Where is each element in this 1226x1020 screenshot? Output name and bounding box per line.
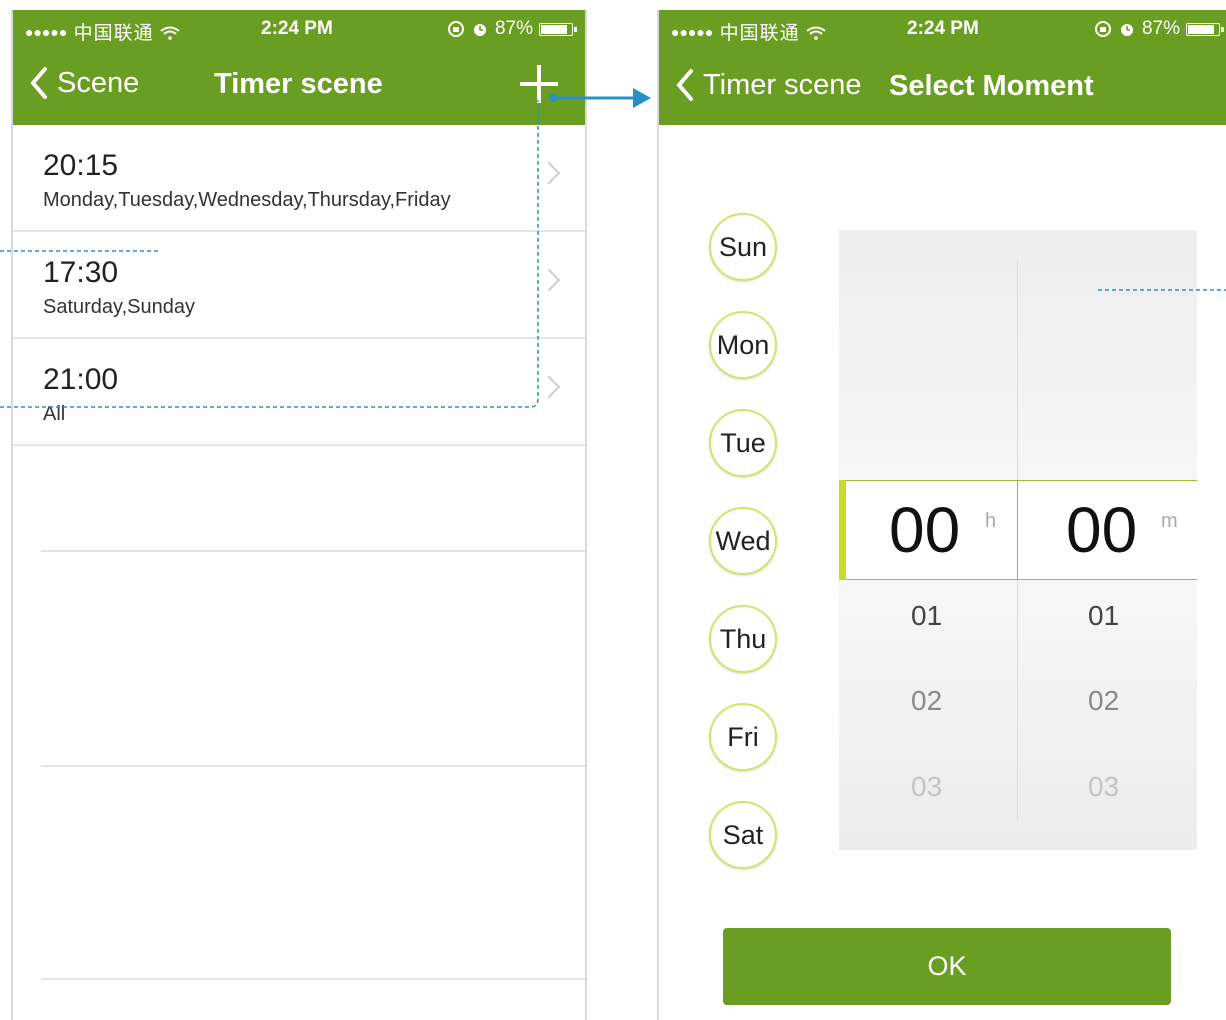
nav-bar: Timer scene Select Moment [659,48,1226,125]
page-title: Timer scene [214,68,383,100]
battery-icon [539,22,577,36]
list-divider [41,550,585,552]
chevron-left-icon [676,69,693,101]
timer-row[interactable]: 20:15 Monday,Tuesday,Wednesday,Thursday,… [13,125,585,232]
timer-time: 21:00 [43,363,119,396]
list-divider [41,978,585,980]
day-toggle-mon[interactable]: Mon [709,311,777,379]
ok-button[interactable]: OK [723,928,1171,1005]
status-time: 2:24 PM [907,18,979,39]
add-timer-button[interactable] [516,61,562,107]
carrier-name: 中国联通 [719,23,800,44]
rotation-lock-icon [1094,21,1111,37]
timer-scene-screen: ●●●●● 中国联通 2:24 PM 87% Scene Timer scene… [11,10,587,1020]
page-title: Select Moment [889,70,1094,102]
time-picker[interactable]: 00 h 01 02 03 00 m 01 02 03 [839,230,1197,850]
day-toggle-sat[interactable]: Sat [709,801,777,869]
list-divider [41,765,585,767]
back-button[interactable]: Scene [29,66,139,100]
day-toggle-wed[interactable]: Wed [709,507,777,575]
status-bar: ●●●●● 中国联通 2:24 PM 87% [13,10,585,48]
timer-days: Saturday,Sunday [43,296,195,318]
select-moment-screen: ●●●●● 中国联通 2:24 PM 87% Timer scene Selec… [657,10,1226,1020]
timer-time: 17:30 [43,256,119,289]
chevron-right-icon [537,268,561,292]
signal-indicator: ●●●●● 中国联通 [671,18,826,45]
timer-row[interactable]: 21:00 All [13,339,585,446]
hour-unit: h [985,510,997,532]
back-button[interactable]: Timer scene [675,68,861,102]
minute-selected[interactable]: 00 [1066,493,1137,567]
status-bar: ●●●●● 中国联通 2:24 PM 87% [659,10,1226,48]
wifi-icon [160,26,180,40]
carrier-name: 中国联通 [73,23,154,44]
nav-bar: Scene Timer scene [13,48,585,125]
day-toggle-thu[interactable]: Thu [709,605,777,673]
hour-selected[interactable]: 00 [889,493,960,567]
hour-option[interactable]: 03 [911,771,942,803]
battery-percent: 87% [494,18,533,39]
day-toggle-sun[interactable]: Sun [709,213,777,281]
timer-days: All [43,403,66,425]
back-label: Timer scene [703,68,862,101]
chevron-right-icon [537,375,561,399]
status-time: 2:24 PM [261,18,333,39]
alarm-icon [1120,24,1133,36]
minute-option[interactable]: 02 [1088,685,1119,717]
day-toggle-fri[interactable]: Fri [709,703,777,771]
minute-option[interactable]: 01 [1088,600,1119,632]
timer-days: Monday,Tuesday,Wednesday,Thursday,Friday [43,189,451,211]
chevron-right-icon [537,161,561,185]
wifi-icon [806,26,826,40]
timer-time: 20:15 [43,149,119,182]
signal-indicator: ●●●●● 中国联通 [25,18,180,45]
back-label: Scene [57,66,140,99]
battery-percent: 87% [1141,18,1180,39]
minute-option[interactable]: 03 [1088,771,1119,803]
hour-option[interactable]: 02 [911,685,942,717]
timer-row[interactable]: 17:30 Saturday,Sunday [13,232,585,339]
rotation-lock-icon [447,21,464,37]
alarm-icon [473,24,486,36]
minute-unit: m [1161,510,1178,532]
day-toggle-tue[interactable]: Tue [709,409,777,477]
hour-option[interactable]: 01 [911,600,942,632]
battery-icon [1186,22,1224,36]
chevron-left-icon [30,67,47,99]
